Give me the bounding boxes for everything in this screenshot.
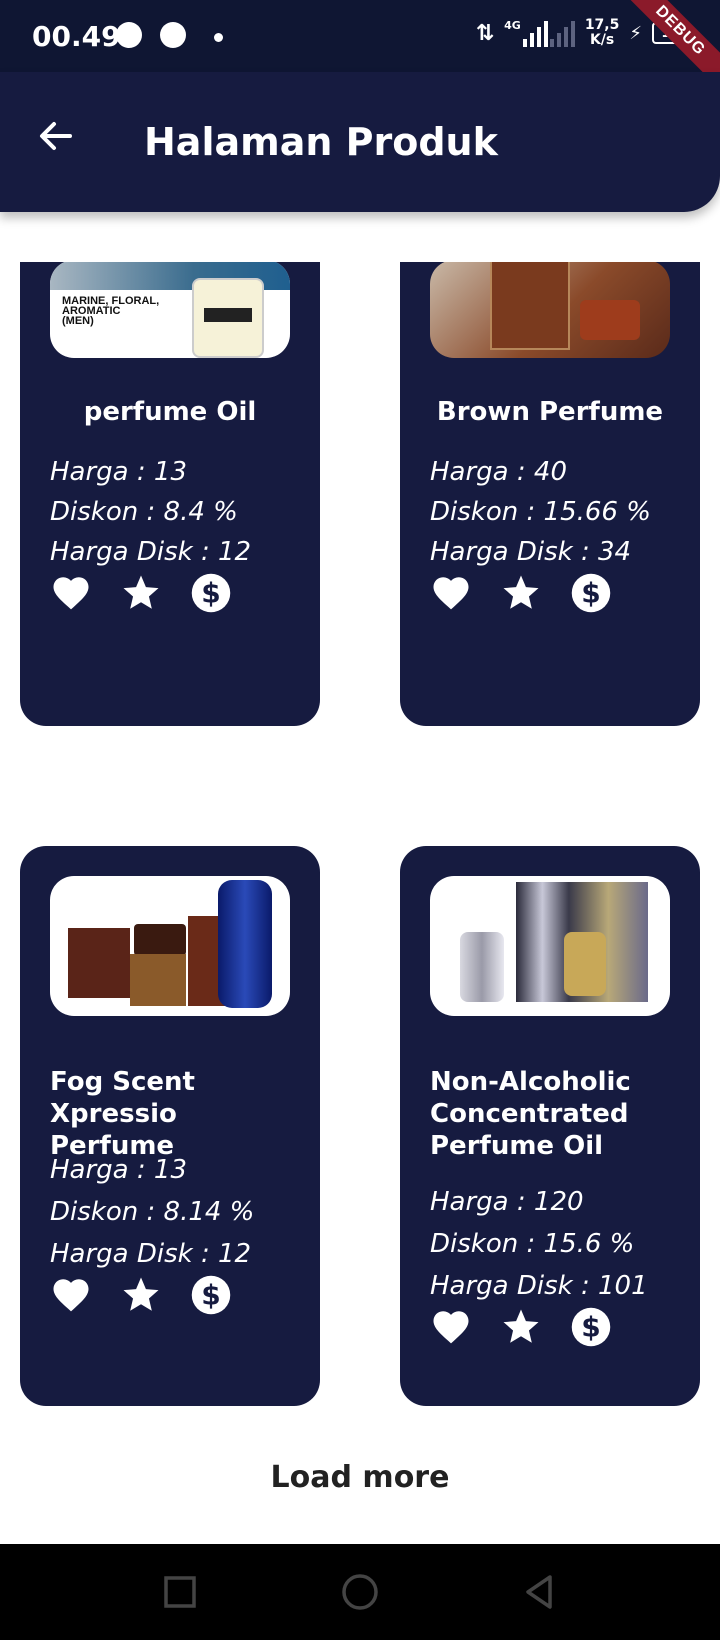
net-speed-value: 17,5	[584, 17, 620, 33]
star-icon[interactable]	[500, 1306, 542, 1348]
product-discount: Diskon : 15.6 %	[430, 1229, 635, 1259]
heart-icon[interactable]	[430, 572, 472, 614]
product-image	[430, 876, 670, 1016]
network-type-label: 4G	[504, 19, 521, 32]
product-discount-price: Harga Disk : 101	[430, 1271, 648, 1301]
system-nav-bar	[0, 1544, 720, 1640]
heart-icon[interactable]	[50, 572, 92, 614]
card-actions: $	[430, 1306, 612, 1348]
star-icon[interactable]	[500, 572, 542, 614]
arrow-left-icon[interactable]	[36, 116, 76, 156]
svg-text:$: $	[581, 577, 600, 610]
recents-square-icon[interactable]	[158, 1570, 202, 1614]
load-more-button[interactable]: Load more	[0, 1460, 720, 1495]
page-title: Halaman Produk	[144, 120, 498, 164]
product-discount: Diskon : 8.4 %	[50, 497, 238, 527]
product-grid[interactable]: MARINE, FLORAL, AROMATIC (MEN) perfume O…	[0, 262, 720, 1542]
product-price: Harga : 13	[50, 457, 187, 487]
product-name: Fog Scent Xpressio Perfume	[50, 1067, 195, 1161]
chat-notification-icon	[116, 22, 142, 48]
back-triangle-icon[interactable]	[518, 1570, 562, 1614]
product-price: Harga : 13	[50, 1155, 187, 1185]
signal-bars-secondary-icon	[549, 19, 575, 47]
product-discount: Diskon : 8.14 %	[50, 1197, 255, 1227]
product-card[interactable]: Brown Perfume Harga : 40 Diskon : 15.66 …	[400, 262, 700, 726]
product-image	[50, 876, 290, 1016]
app-bar: Halaman Produk	[0, 72, 720, 212]
cell-signal: 4G	[504, 19, 575, 47]
product-discount-price: Harga Disk : 34	[430, 537, 632, 567]
heart-icon[interactable]	[430, 1306, 472, 1348]
net-speed: 17,5 K/s	[585, 18, 620, 48]
net-speed-unit: K/s	[589, 32, 615, 48]
product-name: Brown Perfume	[436, 397, 664, 427]
dollar-icon[interactable]: $	[190, 1274, 232, 1316]
status-bar: 00.49 ⇅ 4G 17,5 K/s ⚡ 19 DEBUG	[0, 0, 720, 97]
card-actions: $	[50, 1274, 232, 1316]
signal-bars-icon	[522, 19, 548, 47]
charging-icon: ⚡	[629, 22, 642, 44]
card-actions: $	[430, 572, 612, 614]
product-price: Harga : 120	[430, 1187, 584, 1217]
dollar-icon[interactable]: $	[570, 1306, 612, 1348]
svg-text:$: $	[201, 1279, 220, 1312]
product-card[interactable]: MARINE, FLORAL, AROMATIC (MEN) perfume O…	[20, 262, 320, 726]
card-actions: $	[50, 572, 232, 614]
svg-text:$: $	[581, 1311, 600, 1344]
product-discount: Diskon : 15.66 %	[430, 497, 651, 527]
status-time: 00.49	[32, 20, 121, 53]
image-label: (MEN)	[62, 315, 94, 327]
svg-text:$: $	[201, 577, 220, 610]
data-transfer-icon: ⇅	[475, 20, 495, 46]
dollar-icon[interactable]: $	[190, 572, 232, 614]
product-discount-price: Harga Disk : 12	[50, 1239, 252, 1269]
product-discount-price: Harga Disk : 12	[50, 537, 252, 567]
product-name: perfume Oil	[83, 397, 257, 427]
product-card[interactable]: Fog Scent Xpressio Perfume Harga : 13 Di…	[20, 846, 320, 1406]
product-price: Harga : 40	[430, 457, 567, 487]
chat-notification-icon	[160, 22, 186, 48]
dollar-icon[interactable]: $	[570, 572, 612, 614]
product-name: Non-Alcoholic Concentrated Perfume Oil	[430, 1067, 631, 1161]
product-card[interactable]: Non-Alcoholic Concentrated Perfume Oil H…	[400, 846, 700, 1406]
heart-icon[interactable]	[50, 1274, 92, 1316]
home-circle-icon[interactable]	[338, 1570, 382, 1614]
product-image: MARINE, FLORAL, AROMATIC (MEN)	[50, 262, 290, 358]
product-image	[430, 262, 670, 358]
star-icon[interactable]	[120, 1274, 162, 1316]
star-icon[interactable]	[120, 572, 162, 614]
notification-dot-icon	[214, 33, 223, 42]
